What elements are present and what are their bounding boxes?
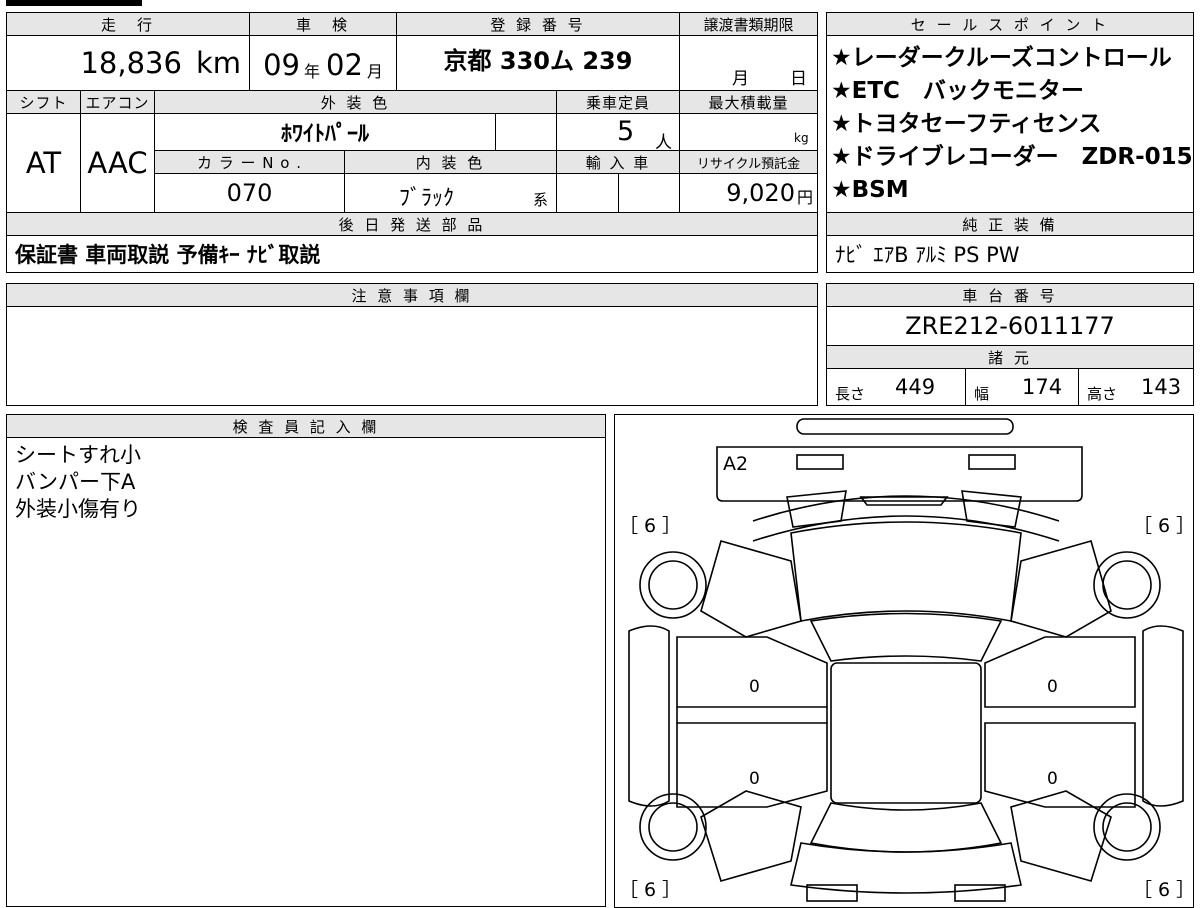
exterior-color-header: 外 装 色	[154, 90, 557, 114]
inspector-header: 検 査 員 記 入 欄	[6, 414, 606, 438]
chassis-cell: ZRE212-6011177	[826, 306, 1194, 346]
spec-height-label: 高さ	[1087, 385, 1118, 403]
inspector-note: シートすれ小	[15, 443, 141, 467]
aircon-value: AAC	[87, 146, 148, 180]
capacity-cell: 5 人	[556, 113, 680, 153]
color-no-cell: 070	[154, 173, 345, 213]
top-black-tab	[6, 0, 142, 6]
mileage-header: 走 行	[6, 12, 250, 36]
parts-to-send-header: 後 日 発 送 部 品	[6, 212, 818, 236]
aircon-header: エアコン	[80, 90, 155, 114]
inspection-cell: 09 年 02 月	[249, 35, 397, 91]
sales-point-item: ★トヨタセーフティセンス	[831, 111, 1102, 137]
spec-height-cell: 高さ 143	[1078, 368, 1194, 406]
inspection-year: 09	[263, 48, 300, 82]
shift-cell: AT	[6, 113, 81, 213]
panel-right-rear-value: 0	[1047, 769, 1058, 789]
capacity-value: 5	[617, 116, 635, 147]
transfer-deadline-header: 譲渡書類期限	[679, 12, 818, 36]
capacity-header: 乗車定員	[556, 90, 680, 114]
panel-left-front-value: 0	[749, 677, 760, 697]
plate-header: 登 録 番 号	[396, 12, 680, 36]
import-car-header: 輸 入 車	[556, 150, 680, 174]
mileage-value: 18,836	[80, 46, 182, 80]
spec-width-label: 幅	[974, 385, 990, 403]
shift-value: AT	[25, 146, 62, 180]
panel-right-front-value: 0	[1047, 677, 1058, 697]
transfer-day-unit: 日	[790, 69, 807, 89]
shift-header: シフト	[6, 90, 81, 114]
sales-points-header: セ ー ル ス ポ イ ン ト	[826, 12, 1194, 36]
exterior-color-extra-cell	[495, 113, 557, 151]
genuine-equipment-value: ﾅﾋﾞ ｴｱB ｱﾙﾐ PS PW	[835, 243, 1020, 267]
max-load-header: 最大積載量	[679, 90, 818, 114]
color-no-header: カ ラ ー N o .	[154, 150, 345, 174]
transfer-deadline-cell: 月 日	[679, 35, 818, 91]
sales-point-item: ★ドライブレコーダー ZDR-015	[831, 144, 1193, 170]
spec-width-cell: 幅 174	[965, 368, 1079, 406]
tire-depth-front-left: ［ 6 ］	[619, 515, 682, 537]
recycle-fee-header: リサイクル預託金	[679, 150, 818, 174]
tire-depth-rear-left: ［ 6 ］	[619, 879, 682, 901]
chassis-value: ZRE212-6011177	[905, 312, 1115, 340]
recycle-fee-value: 9,020	[726, 179, 795, 207]
car-diagram	[628, 418, 1184, 902]
tire-depth-front-right: ［ 6 ］	[1133, 515, 1196, 537]
inspector-note: バンパー下A	[15, 470, 136, 494]
interior-color-cell: ﾌﾞﾗｯｸ 系	[344, 173, 557, 213]
mileage-unit: km	[195, 46, 241, 80]
caution-header: 注 意 事 項 欄	[6, 283, 818, 307]
recycle-fee-unit: 円	[796, 188, 813, 207]
import-car-cell-b	[618, 173, 680, 213]
sales-point-item: ★ETC バックモニター	[831, 78, 1084, 104]
plate-cell: 京都 330ム 239	[396, 35, 680, 91]
color-no-value: 070	[226, 179, 273, 207]
sales-point-item: ★レーダークルーズコントロール	[831, 45, 1172, 71]
aircon-cell: AAC	[80, 113, 155, 213]
inspection-year-unit: 年	[303, 62, 320, 81]
panel-left-rear-value: 0	[749, 769, 760, 789]
sales-points-cell: ★レーダークルーズコントロール ★ETC バックモニター ★トヨタセーフティセン…	[826, 35, 1194, 213]
genuine-equipment-header: 純 正 装 備	[826, 212, 1194, 236]
spec-length-value: 449	[895, 375, 936, 399]
parts-to-send-value: 保証書 車両取説 予備ｷｰ ﾅﾋﾞ取説	[15, 243, 321, 267]
inspector-notes-cell: シートすれ小 バンパー下A 外装小傷有り	[6, 437, 606, 907]
spec-height-value: 143	[1141, 375, 1182, 399]
interior-color-value: ﾌﾞﾗｯｸ	[399, 186, 455, 211]
mileage-cell: 18,836 km	[6, 35, 250, 91]
damage-code-front-bumper: A2	[723, 453, 749, 475]
sales-point-item: ★BSM	[831, 177, 909, 203]
spec-length-cell: 長さ 449	[826, 368, 966, 406]
max-load-unit: kg	[794, 131, 809, 145]
tire-depth-rear-right: ［ 6 ］	[1133, 879, 1196, 901]
inspection-header: 車 検	[249, 12, 397, 36]
import-car-cell-a	[556, 173, 619, 213]
max-load-cell: kg	[679, 113, 818, 151]
spec-length-label: 長さ	[835, 385, 866, 403]
transfer-month-unit: 月	[732, 69, 749, 89]
spec-width-value: 174	[1022, 375, 1063, 399]
exterior-color-cell: ﾎﾜｲﾄﾊﾟｰﾙ	[154, 113, 496, 151]
inspection-month: 02	[326, 48, 363, 82]
caution-cell	[6, 306, 818, 406]
inspection-month-unit: 月	[366, 62, 383, 81]
interior-color-header: 内 装 色	[344, 150, 557, 174]
chassis-header: 車 台 番 号	[826, 283, 1194, 307]
genuine-equipment-cell: ﾅﾋﾞ ｴｱB ｱﾙﾐ PS PW	[826, 235, 1194, 273]
exterior-color-value: ﾎﾜｲﾄﾊﾟｰﾙ	[280, 122, 369, 147]
plate-value: 京都 330ム 239	[443, 46, 633, 75]
car-diagram-frame: A2 ［ 6 ］ ［ 6 ］ ［ 6 ］ ［ 6 ］ 0 0 0 0	[614, 414, 1196, 908]
interior-color-suffix: 系	[533, 191, 549, 209]
parts-to-send-cell: 保証書 車両取説 予備ｷｰ ﾅﾋﾞ取説	[6, 235, 818, 273]
recycle-fee-cell: 9,020 円	[679, 173, 818, 213]
specs-header: 諸 元	[826, 345, 1194, 369]
inspector-note: 外装小傷有り	[15, 497, 141, 521]
